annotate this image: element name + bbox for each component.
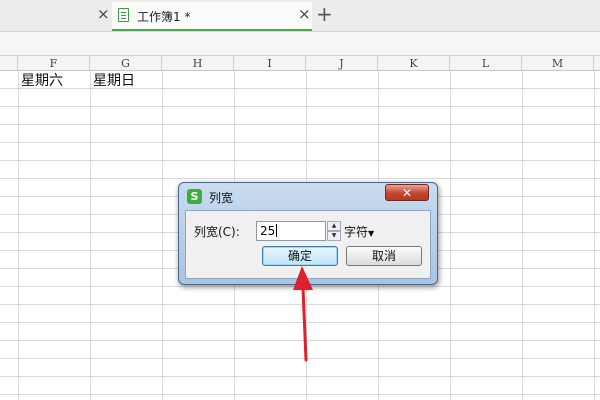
- ok-button[interactable]: 确定: [262, 246, 338, 266]
- cell-f1[interactable]: 星期六: [18, 72, 63, 90]
- chevron-down-icon: ▼: [368, 229, 375, 238]
- column-width-value: 25: [260, 224, 276, 238]
- dialog-title: 列宽: [209, 191, 234, 205]
- spin-up-icon[interactable]: ▲: [327, 221, 341, 231]
- column-width-dialog: S 列宽 ✕ 列宽(C): 25 ▲ ▼ 字符▼ 确定 取消: [178, 182, 438, 285]
- tab-workbook1[interactable]: 工作簿1 * ×: [112, 2, 312, 31]
- tab-close-icon[interactable]: ×: [298, 6, 311, 22]
- tab-close-icon[interactable]: ×: [97, 6, 110, 22]
- spin-down-icon[interactable]: ▼: [327, 231, 341, 241]
- column-header-f[interactable]: F: [18, 56, 90, 71]
- column-header-k[interactable]: K: [378, 56, 450, 71]
- dialog-close-button[interactable]: ✕: [385, 184, 429, 201]
- column-width-input[interactable]: 25: [256, 221, 326, 241]
- tab-title: 工作簿1 *: [137, 10, 191, 24]
- cancel-button[interactable]: 取消: [346, 246, 422, 266]
- unit-dropdown[interactable]: 字符▼: [344, 223, 374, 240]
- column-header-g[interactable]: G: [90, 56, 162, 71]
- column-header-h[interactable]: H: [162, 56, 234, 71]
- column-header-m[interactable]: M: [522, 56, 594, 71]
- column-header-spacer: [0, 56, 18, 71]
- spreadsheet-doc-icon: [118, 8, 129, 22]
- text-caret: [276, 224, 278, 237]
- unit-label: 字符: [344, 225, 369, 239]
- toolbar-strip: [0, 31, 600, 56]
- column-header-l[interactable]: L: [450, 56, 522, 71]
- column-width-label: 列宽(C):: [194, 225, 240, 239]
- column-header-i[interactable]: I: [234, 56, 306, 71]
- cell-g1[interactable]: 星期日: [90, 72, 135, 90]
- wps-spreadsheet-icon: S: [187, 189, 202, 204]
- column-header-j[interactable]: J: [306, 56, 378, 71]
- tab-bar: × 工作簿1 * × +: [0, 0, 600, 31]
- dialog-body: 列宽(C): 25 ▲ ▼ 字符▼ 确定 取消: [185, 210, 431, 279]
- dialog-titlebar[interactable]: S 列宽 ✕: [179, 183, 437, 209]
- new-tab-icon[interactable]: +: [316, 3, 333, 25]
- column-header-row: F G H I J K L M: [0, 56, 600, 71]
- column-width-spinner[interactable]: ▲ ▼: [327, 221, 341, 241]
